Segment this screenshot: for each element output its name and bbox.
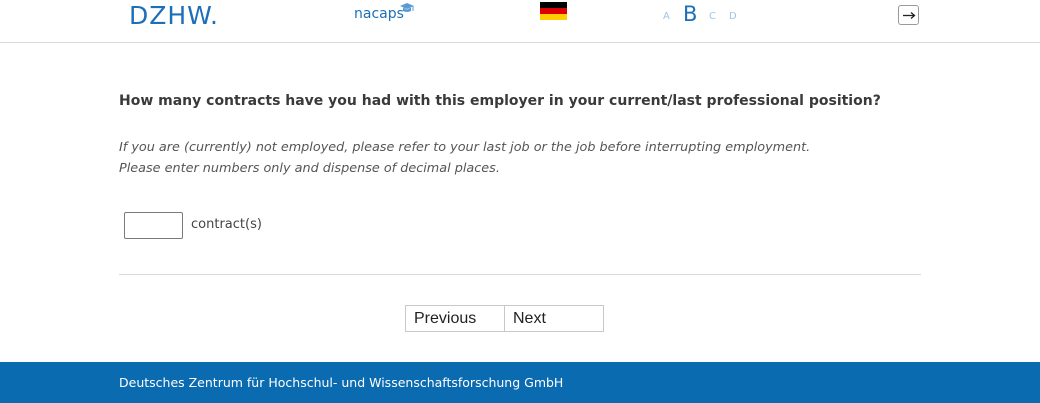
font-size-a[interactable]: A bbox=[663, 11, 670, 24]
nacaps-logo-text: nacaps bbox=[354, 6, 404, 22]
nacaps-logo[interactable]: nacaps bbox=[354, 3, 414, 22]
next-button[interactable]: Next bbox=[504, 305, 604, 332]
divider bbox=[119, 274, 921, 275]
graduation-cap-icon bbox=[400, 3, 414, 12]
contracts-count-input[interactable] bbox=[124, 212, 183, 239]
question-hint: If you are (currently) not employed, ple… bbox=[119, 137, 919, 179]
hint-line-2: Please enter numbers only and dispense o… bbox=[119, 161, 500, 176]
german-flag-icon[interactable] bbox=[540, 2, 567, 20]
footer-text: Deutsches Zentrum für Hochschul- und Wis… bbox=[119, 375, 564, 390]
previous-button[interactable]: Previous bbox=[405, 305, 505, 332]
footer-bar: Deutsches Zentrum für Hochschul- und Wis… bbox=[0, 362, 1040, 403]
question-text: How many contracts have you had with thi… bbox=[119, 93, 881, 109]
font-size-b[interactable]: B bbox=[683, 2, 697, 26]
dzhw-logo[interactable]: DZHW. bbox=[129, 1, 219, 31]
logout-button[interactable] bbox=[898, 5, 919, 25]
unit-label: contract(s) bbox=[191, 217, 262, 232]
font-size-c[interactable]: C bbox=[709, 11, 716, 24]
logout-arrow-icon bbox=[903, 12, 916, 19]
font-size-d[interactable]: D bbox=[729, 11, 737, 24]
hint-line-1: If you are (currently) not employed, ple… bbox=[119, 140, 811, 155]
header-bar: DZHW. nacaps A B C D bbox=[0, 0, 1040, 43]
